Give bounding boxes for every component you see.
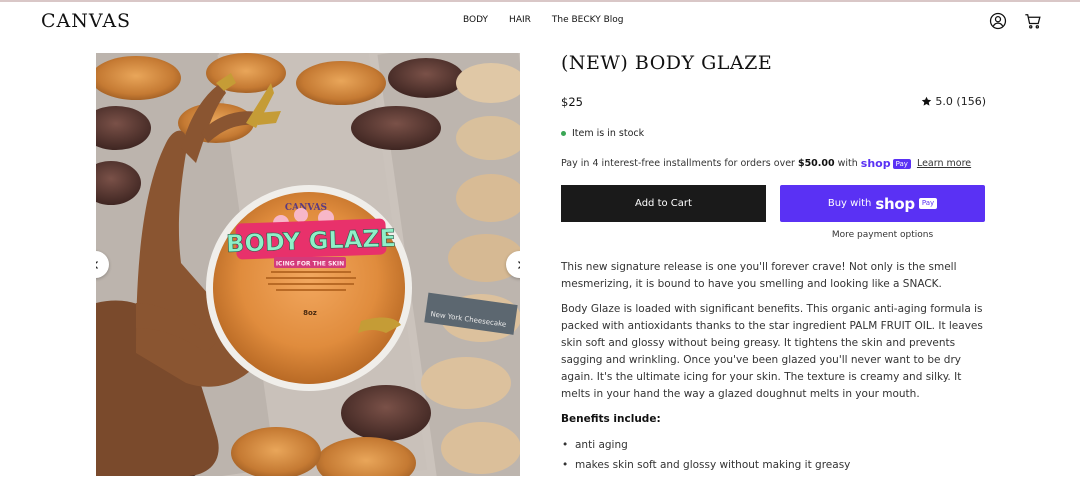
product-photo: New York Cheesecake CANVAS BODY GLAZE IC…	[96, 53, 520, 476]
stock-status: Item is in stock	[561, 128, 644, 139]
installments-with: with	[837, 158, 858, 169]
star-icon	[922, 96, 932, 106]
buy-with-text: Buy with	[827, 198, 872, 209]
chevron-right-icon	[517, 260, 520, 269]
installments-prefix: Pay in 4 interest-free installments for …	[561, 158, 795, 169]
jar-title-text: BODY GLAZE	[226, 224, 397, 258]
buy-pay-badge: Pay	[918, 198, 938, 209]
jar-subtitle-text: ICING FOR THE SKIN	[276, 261, 344, 268]
more-payment-options-link[interactable]: More payment options	[780, 230, 985, 240]
user-icon[interactable]	[989, 12, 1007, 30]
stock-text: Item is in stock	[572, 128, 645, 139]
shop-pay-pay-badge: Pay	[892, 158, 911, 169]
site-header: CANVAS BODY HAIR The BECKY Blog	[0, 2, 1080, 42]
product-rating[interactable]: 5.0 (156)	[921, 95, 986, 108]
installments-amount: $50.00	[797, 158, 835, 169]
rating-text: 5.0 (156)	[935, 95, 986, 108]
buy-shop-text: shop	[875, 194, 915, 213]
description-paragraph: Body Glaze is loaded with significant be…	[561, 303, 983, 400]
chevron-left-icon	[96, 260, 98, 269]
cart-icon[interactable]	[1024, 12, 1042, 30]
shop-pay-shop-text: shop	[860, 157, 891, 170]
product-description: This new signature release is one you'll…	[561, 259, 986, 477]
benefits-list: anti aging makes skin soft and glossy wi…	[561, 437, 986, 474]
nav-item-body[interactable]: BODY	[463, 15, 488, 25]
benefits-heading: Benefits include:	[561, 413, 661, 425]
product-info: (NEW) BODY GLAZE $25 5.0 (156) Item is i…	[561, 52, 986, 474]
benefit-item: makes skin soft and glossy without makin…	[561, 457, 986, 474]
site-logo[interactable]: CANVAS	[41, 10, 131, 32]
product-title: (NEW) BODY GLAZE	[561, 52, 773, 74]
price-row: $25 5.0 (156)	[561, 95, 986, 111]
buy-with-shop-pay-button[interactable]: Buy with shop Pay	[780, 185, 985, 222]
description-paragraph: This new signature release is one you'll…	[561, 261, 957, 290]
benefit-item: anti aging	[561, 437, 986, 454]
installments-note: Pay in 4 interest-free installments for …	[561, 157, 986, 170]
shop-pay-logo: shop Pay	[861, 157, 911, 170]
add-to-cart-button[interactable]: Add to Cart	[561, 185, 766, 222]
nav-item-blog[interactable]: The BECKY Blog	[552, 15, 624, 25]
product-price: $25	[561, 95, 583, 109]
nav-item-hair[interactable]: HAIR	[509, 15, 531, 25]
learn-more-link[interactable]: Learn more	[917, 158, 971, 169]
stock-dot-icon	[561, 131, 566, 136]
main-nav: BODY HAIR The BECKY Blog	[463, 15, 644, 25]
product-image-gallery[interactable]: New York Cheesecake CANVAS BODY GLAZE IC…	[96, 53, 520, 476]
jar-size-text: 8oz	[303, 309, 317, 317]
